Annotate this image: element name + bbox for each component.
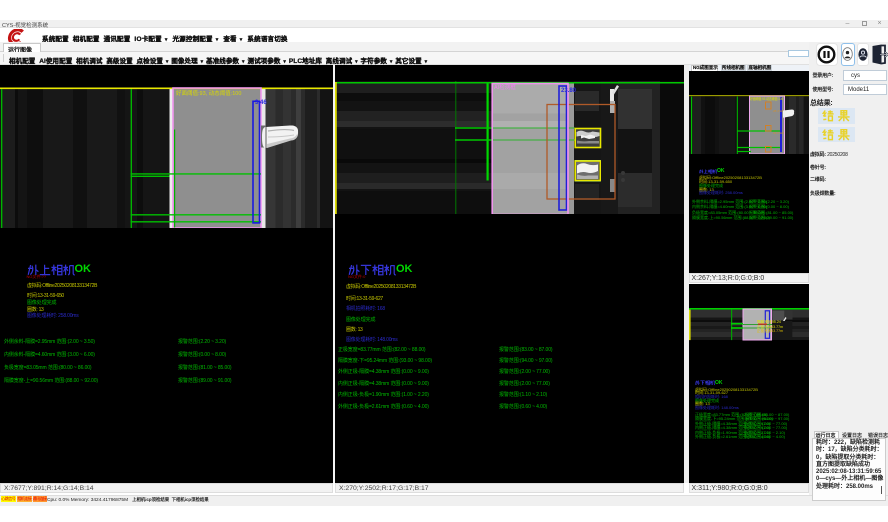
svg-text:隔膜宽度95.24: 隔膜宽度95.24 — [757, 319, 781, 324]
svg-text:23.6 W2: 23.6 W2 — [773, 131, 785, 135]
svg-text:正极宽度83.77m: 正极宽度83.77m — [757, 327, 783, 332]
svg-text:28.4 W2: 28.4 W2 — [773, 109, 785, 113]
svg-text:好面阈值:93 动态阈值:100: 好面阈值:93 动态阈值:100 — [750, 96, 783, 101]
